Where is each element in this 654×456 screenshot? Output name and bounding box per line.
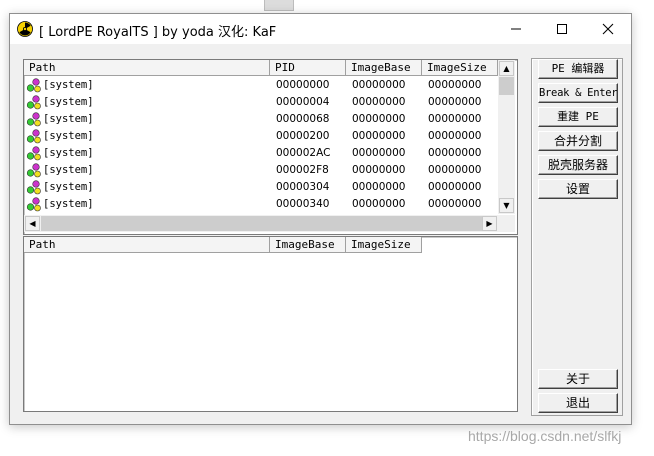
- cell-imagebase: 00000000: [352, 147, 406, 159]
- cell-imagebase: 00000000: [352, 113, 406, 125]
- rebuild-pe-button[interactable]: 重建 PE: [538, 107, 618, 127]
- title-bar[interactable]: [ LordPE RoyalTS ] by yoda 汉化: KaF: [10, 14, 631, 44]
- cell-imagebase: 00000000: [352, 181, 406, 193]
- cell-imagesize: 00000000: [428, 113, 482, 125]
- vertical-scrollbar[interactable]: ▲ ▼: [498, 60, 515, 214]
- minimize-button[interactable]: [493, 14, 539, 44]
- cell-imagebase: 00000000: [352, 164, 406, 176]
- cell-path: [system]: [43, 198, 94, 210]
- scroll-up-button[interactable]: ▲: [499, 61, 514, 76]
- cell-imagesize: 00000000: [428, 164, 482, 176]
- cell-path: [system]: [43, 96, 94, 108]
- horizontal-scrollbar[interactable]: ◀ ▶: [24, 215, 498, 232]
- table-row[interactable]: [system] 000002F8 00000000 00000000: [24, 162, 498, 179]
- table-row[interactable]: [system] 00000068 00000000 00000000: [24, 111, 498, 128]
- module-list-header: Path ImageBase ImageSize: [24, 237, 422, 253]
- cell-pid: 00000004: [276, 96, 330, 108]
- cell-path: [system]: [43, 147, 94, 159]
- table-row[interactable]: [system] 00000304 00000000 00000000: [24, 179, 498, 196]
- watermark-url: https://blog.csdn.net/slfkj: [468, 428, 622, 444]
- cell-pid: 000002AC: [276, 147, 331, 159]
- minimize-icon: [511, 28, 521, 30]
- cell-pid: 00000000: [276, 79, 330, 91]
- column-header-imagesize[interactable]: ImageSize: [422, 60, 498, 76]
- cell-path: [system]: [43, 130, 94, 142]
- maximize-icon: [557, 24, 567, 34]
- cell-imagesize: 00000000: [428, 96, 482, 108]
- process-icon: [26, 112, 41, 127]
- close-button[interactable]: [585, 14, 631, 44]
- cell-pid: 00000068: [276, 113, 330, 125]
- process-icon: [26, 163, 41, 178]
- close-icon: [602, 23, 614, 35]
- table-row[interactable]: [system] 00000200 00000000 00000000: [24, 128, 498, 145]
- cell-path: [system]: [43, 79, 94, 91]
- process-icon: [26, 129, 41, 144]
- column-header-imagebase[interactable]: ImageBase: [346, 60, 422, 76]
- cell-path: [system]: [43, 164, 94, 176]
- scroll-thumb-horizontal[interactable]: [41, 216, 483, 231]
- scroll-right-button[interactable]: ▶: [482, 216, 497, 231]
- scrollbar-corner: [498, 215, 515, 232]
- maximize-button[interactable]: [539, 14, 585, 44]
- about-button[interactable]: 关于: [538, 369, 618, 389]
- scroll-down-button[interactable]: ▼: [499, 198, 514, 213]
- process-icon: [26, 197, 41, 212]
- cell-pid: 00000304: [276, 181, 330, 193]
- radiation-icon: [17, 21, 33, 37]
- cell-imagebase: 00000000: [352, 130, 406, 142]
- cell-path: [system]: [43, 113, 94, 125]
- cell-imagesize: 00000000: [428, 79, 482, 91]
- window-title: [ LordPE RoyalTS ] by yoda 汉化: KaF: [39, 25, 277, 40]
- unpacker-server-button[interactable]: 脱壳服务器: [538, 155, 618, 175]
- table-row[interactable]: [system] 00000340 00000000 00000000: [24, 196, 498, 213]
- cell-imagesize: 00000000: [428, 147, 482, 159]
- settings-button[interactable]: 设置: [538, 179, 618, 199]
- column-header-path[interactable]: Path: [24, 237, 270, 253]
- process-icon: [26, 95, 41, 110]
- merge-split-button[interactable]: 合并分割: [538, 131, 618, 151]
- table-row[interactable]: [system] 00000000 00000000 00000000: [24, 77, 498, 94]
- process-icon: [26, 146, 41, 161]
- scroll-thumb-vertical[interactable]: [499, 77, 514, 95]
- column-header-pid[interactable]: PID: [270, 60, 346, 76]
- cell-imagebase: 00000000: [352, 198, 406, 210]
- table-row[interactable]: [system] 000002AC 00000000 00000000: [24, 145, 498, 162]
- action-panel: PE 编辑器 Break & Enter 重建 PE 合并分割 脱壳服务器 设置…: [531, 58, 623, 416]
- process-icon: [26, 180, 41, 195]
- column-header-imagesize[interactable]: ImageSize: [346, 237, 422, 253]
- exit-button[interactable]: 退出: [538, 393, 618, 413]
- column-header-imagebase[interactable]: ImageBase: [270, 237, 346, 253]
- lordpe-window: [ LordPE RoyalTS ] by yoda 汉化: KaF Path …: [9, 13, 632, 425]
- cell-imagesize: 00000000: [428, 130, 482, 142]
- process-list-header: Path PID ImageBase ImageSize: [24, 60, 498, 76]
- desktop-file-icon: [264, 0, 294, 11]
- cell-path: [system]: [43, 181, 94, 193]
- cell-pid: 00000200: [276, 130, 330, 142]
- column-header-path[interactable]: Path: [24, 60, 270, 76]
- cell-imagesize: 00000000: [428, 198, 482, 210]
- break-enter-button[interactable]: Break & Enter: [538, 83, 618, 103]
- process-rows: [system] 00000000 00000000 00000000 [system]…: [24, 77, 498, 213]
- cell-imagebase: 00000000: [352, 79, 406, 91]
- process-list[interactable]: Path PID ImageBase ImageSize [system] 000…: [23, 59, 518, 235]
- pe-editor-button[interactable]: PE 编辑器: [538, 59, 618, 79]
- cell-pid: 000002F8: [276, 164, 329, 176]
- table-row[interactable]: [system] 00000004 00000000 00000000: [24, 94, 498, 111]
- cell-imagesize: 00000000: [428, 181, 482, 193]
- cell-imagebase: 00000000: [352, 96, 406, 108]
- scroll-left-button[interactable]: ◀: [25, 216, 40, 231]
- cell-pid: 00000340: [276, 198, 330, 210]
- module-list[interactable]: Path ImageBase ImageSize: [23, 236, 518, 412]
- process-icon: [26, 78, 41, 93]
